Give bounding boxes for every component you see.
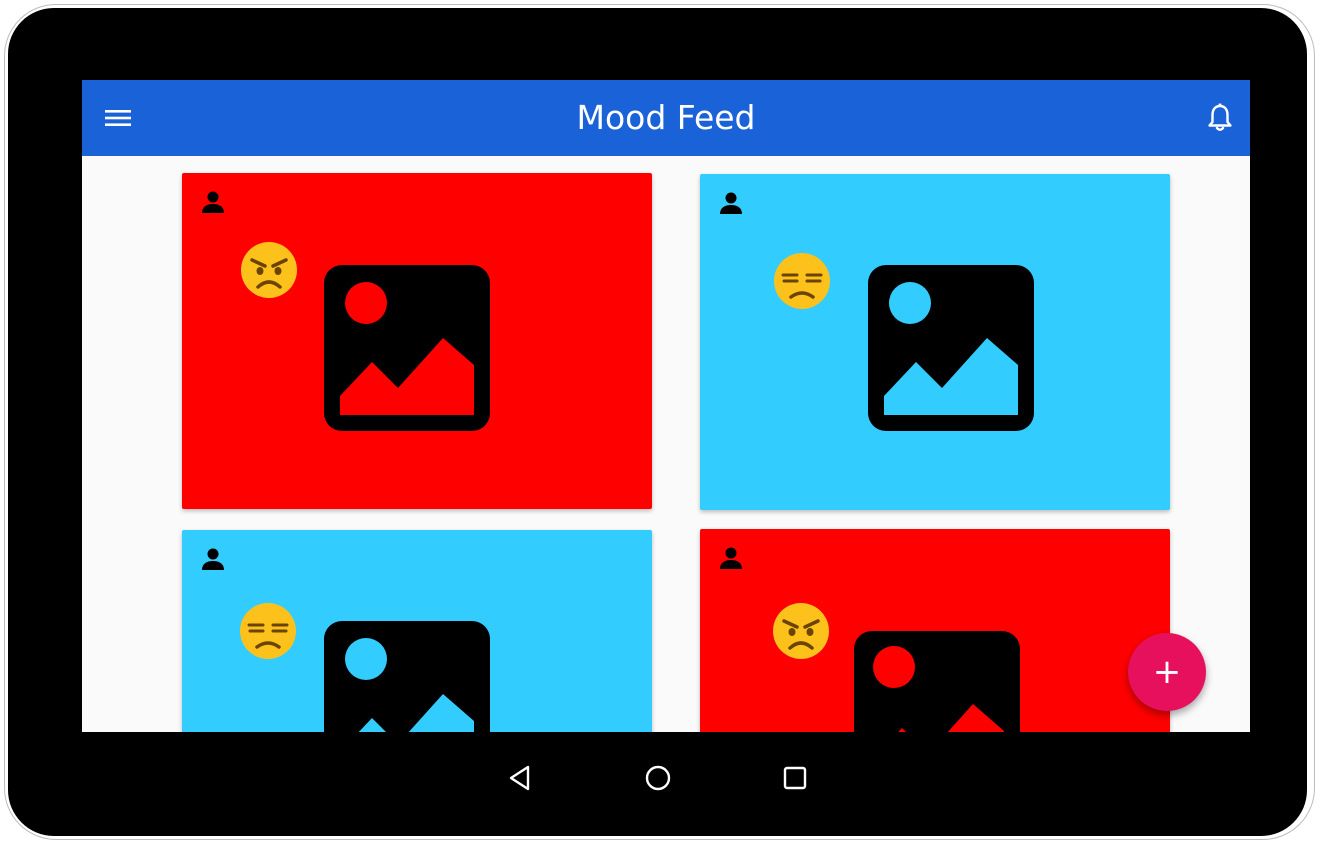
back-icon[interactable] bbox=[504, 762, 536, 794]
person-icon bbox=[202, 548, 224, 570]
unamused-face-icon bbox=[774, 253, 830, 309]
add-icon: + bbox=[1152, 652, 1182, 692]
person-icon bbox=[720, 547, 742, 569]
page-title: Mood Feed bbox=[576, 98, 756, 137]
unamused-face-icon bbox=[240, 603, 296, 659]
image-placeholder-icon bbox=[868, 265, 1034, 431]
mood-card[interactable] bbox=[700, 529, 1170, 732]
device-frame: Mood Feed + bbox=[8, 8, 1307, 836]
image-placeholder-icon bbox=[324, 265, 490, 431]
mood-card[interactable] bbox=[182, 530, 652, 732]
app-screen: Mood Feed + bbox=[82, 80, 1250, 732]
recents-icon[interactable] bbox=[779, 762, 811, 794]
app-bar: Mood Feed bbox=[82, 80, 1250, 156]
add-mood-button[interactable]: + bbox=[1128, 633, 1206, 711]
menu-button[interactable] bbox=[100, 100, 136, 136]
person-icon bbox=[720, 192, 742, 214]
bell-icon bbox=[1208, 103, 1232, 131]
angry-face-icon bbox=[773, 603, 829, 659]
menu-icon bbox=[105, 110, 131, 126]
image-placeholder-icon bbox=[854, 631, 1020, 732]
system-navigation-bar bbox=[8, 748, 1307, 808]
angry-face-icon bbox=[241, 242, 297, 298]
image-placeholder-icon bbox=[324, 621, 490, 732]
mood-card[interactable] bbox=[700, 174, 1170, 510]
home-icon[interactable] bbox=[642, 762, 674, 794]
person-icon bbox=[202, 191, 224, 213]
mood-card[interactable] bbox=[182, 173, 652, 509]
notifications-button[interactable] bbox=[1202, 100, 1238, 136]
